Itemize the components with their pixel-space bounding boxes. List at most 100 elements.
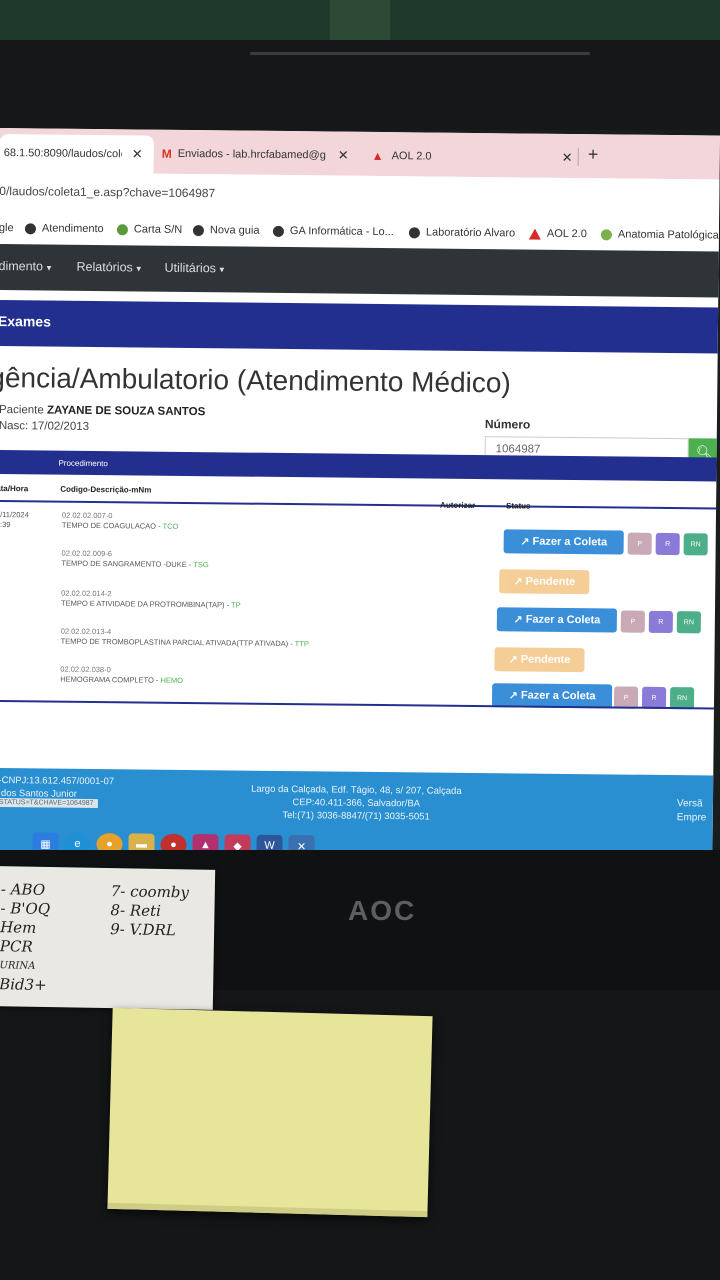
globe-icon — [24, 222, 37, 234]
bookmark-item[interactable]: Carta S/N — [116, 223, 182, 236]
procedure-desc: TEMPO E ATIVIDADE DA PROTROMBINA(TAP) - — [60, 598, 230, 610]
procedure-sigla: HEMO — [160, 675, 184, 685]
browser-tab-aol[interactable]: ▲ AOL 2.0 ✕ — [372, 140, 576, 174]
coleta-icon: ↗︎ — [520, 535, 533, 549]
globe-icon — [408, 226, 420, 238]
r-button[interactable]: R — [641, 686, 667, 710]
close-icon[interactable]: ✕ — [338, 148, 349, 164]
bookmark-item[interactable]: Nova guia — [192, 224, 260, 237]
tab-title: AOL 2.0 — [391, 150, 432, 163]
browser-tab-coleta[interactable]: 68.1.50:8090/laudos/coleta ✕ — [0, 133, 154, 174]
header-procedimento: Procedimento — [58, 458, 108, 469]
page-title: gência/Ambulatorio (Atendimento Médico) — [0, 361, 511, 399]
section-header: Exames — [0, 299, 719, 354]
footer-address: Largo da Calçada, Edf. Tágio, 48, s/ 207… — [251, 783, 462, 823]
procedure-desc: TEMPO DE TROMBOPLASTINA PARCIAL ATIVADA(… — [60, 636, 293, 649]
table-row: 02.02.02.013-4 TEMPO DE TROMBOPLASTINA P… — [61, 627, 309, 650]
aol-icon — [528, 228, 541, 240]
leaf-icon — [600, 228, 612, 240]
birth-label: Nasc: — [0, 420, 29, 433]
monitor-brand-logo: AOC — [348, 895, 417, 926]
coleta-icon: ↗︎ — [508, 653, 521, 666]
patient-label: Paciente — [0, 404, 44, 417]
print-p-button[interactable]: P — [620, 610, 645, 633]
procedure-sigla: TTP — [294, 639, 309, 649]
bookmark-item[interactable]: Laboratório Alvaro — [408, 226, 515, 239]
caret-down-icon: ▼ — [134, 264, 143, 274]
coleta-icon: ↗︎ — [513, 613, 526, 627]
row-date: 1/11/2024 — [0, 509, 29, 520]
rn-button[interactable]: RN — [676, 611, 701, 634]
section-title: Exames — [0, 312, 51, 330]
table-row: 02.02.02.007-0 TEMPO DE COAGULACAO - TCO — [62, 511, 179, 532]
monitor-bezel-top — [0, 40, 720, 130]
tab-title: Enviados - lab.hrcfabamed@g — [177, 147, 326, 162]
r-button[interactable]: R — [648, 610, 673, 634]
address-url[interactable]: 0/laudos/coleta1_e.asp?chave=1064987 — [0, 184, 215, 200]
procedure-desc: HEMOGRAMA COMPLETO - — [60, 674, 159, 685]
background-wall — [0, 0, 720, 40]
pendente-button[interactable]: ↗︎ Pendente — [499, 569, 590, 595]
rn-button[interactable]: RN — [683, 533, 708, 556]
sticky-note-pad — [107, 1007, 433, 1218]
table-row: 02.02.02.038-0 HEMOGRAMA COMPLETO - HEMO — [60, 665, 183, 686]
table-header: ata/Hora Codigo-Descrição-mNm Autorizar … — [0, 475, 717, 511]
bookmark-item[interactable]: gle — [0, 222, 14, 234]
nav-atendimento[interactable]: dimento ▼ — [0, 259, 53, 274]
close-icon[interactable]: ✕ — [132, 146, 143, 162]
patient-info: Paciente ZAYANE DE SOUZA SANTOS — [0, 404, 205, 418]
procedure-sigla: TP — [231, 600, 241, 610]
status-url: /STATUS=T&CHAVE=1064987 — [0, 797, 98, 809]
aol-icon: ▲ — [371, 148, 384, 164]
note-column-1: - ABO - B'OQ Hem PCR URINA Bid3+ — [0, 880, 51, 995]
browser-tab-gmail[interactable]: M Enviados - lab.hrcfabamed@g ✕ — [162, 138, 358, 172]
table-row: 02.02.02.014-2 TEMPO E ATIVIDADE DA PROT… — [61, 589, 241, 611]
header-autorizar: Autorizar — [440, 500, 476, 510]
monitor-screen: 68.1.50:8090/laudos/coleta ✕ M Enviados … — [0, 128, 720, 866]
globe-icon — [116, 223, 129, 235]
footer-left: a-CNPJ:13.612.457/0001-07 o dos Santos J… — [0, 774, 114, 801]
close-icon[interactable]: ✕ — [562, 150, 573, 166]
fazer-coleta-button[interactable]: ↗︎ Fazer a Coleta — [503, 529, 624, 555]
bookmark-item[interactable]: AOL 2.0 — [528, 228, 587, 240]
bookmark-item[interactable]: GA Informática - Lo... — [272, 225, 394, 238]
new-tab-button[interactable]: + — [588, 144, 599, 165]
globe-icon — [272, 225, 284, 237]
birth-date: 17/02/2013 — [31, 420, 90, 433]
caret-down-icon: ▼ — [217, 265, 226, 275]
caret-down-icon: ▼ — [44, 263, 53, 273]
note-column-2: 7- coomby 8- Reti 9- V.DRL — [109, 882, 190, 940]
footer-right: Versã Empre — [676, 798, 707, 824]
table-row: 02.02.02.009-6 TEMPO DE SANGRAMENTO -DUK… — [61, 549, 208, 571]
header-date: ata/Hora — [0, 483, 29, 494]
procedure-sigla: TCO — [162, 521, 179, 531]
bookmark-item[interactable]: Anatomia Patológica — [600, 228, 719, 242]
date-cell: 1/11/2024 0:39 — [0, 510, 29, 530]
fazer-coleta-button[interactable]: ↗︎ Fazer a Coleta — [496, 607, 618, 633]
bookmark-item[interactable]: Atendimento — [24, 222, 104, 235]
footer-cnpj: a-CNPJ:13.612.457/0001-07 — [0, 774, 115, 788]
globe-icon — [192, 224, 204, 236]
tab-separator — [577, 148, 579, 167]
app-navbar: dimento ▼ Relatórios ▼ Utilitários ▼ — [0, 243, 719, 298]
pendente-button[interactable]: ↗︎ Pendente — [494, 647, 585, 673]
header-desc: Codigo-Descrição-mNm — [60, 484, 152, 495]
print-p-button[interactable]: P — [627, 532, 652, 555]
nav-utilitarios[interactable]: Utilitários ▼ — [164, 261, 225, 276]
numero-label: Número — [484, 417, 531, 432]
header-status: Status — [506, 501, 531, 511]
tab-title: 68.1.50:8090/laudos/coleta — [3, 147, 122, 161]
row-time: 0:39 — [0, 519, 11, 530]
r-button[interactable]: R — [655, 532, 680, 556]
gmail-icon: M — [161, 146, 172, 161]
procedure-sigla: TSG — [193, 560, 209, 570]
patient-name: ZAYANE DE SOUZA SANTOS — [46, 404, 206, 419]
coleta-icon: ↗︎ — [508, 689, 521, 702]
rn-button[interactable]: RN — [669, 687, 695, 710]
procedure-desc: TEMPO DE SANGRAMENTO -DUKE - — [61, 558, 192, 570]
nav-relatorios[interactable]: Relatórios ▼ — [76, 260, 142, 275]
handwritten-note: - ABO - B'OQ Hem PCR URINA Bid3+ 7- coom… — [0, 866, 216, 1010]
procedure-desc: TEMPO DE COAGULACAO - — [61, 520, 161, 531]
print-p-button[interactable]: P — [613, 686, 639, 709]
coleta-icon: ↗︎ — [513, 575, 526, 589]
